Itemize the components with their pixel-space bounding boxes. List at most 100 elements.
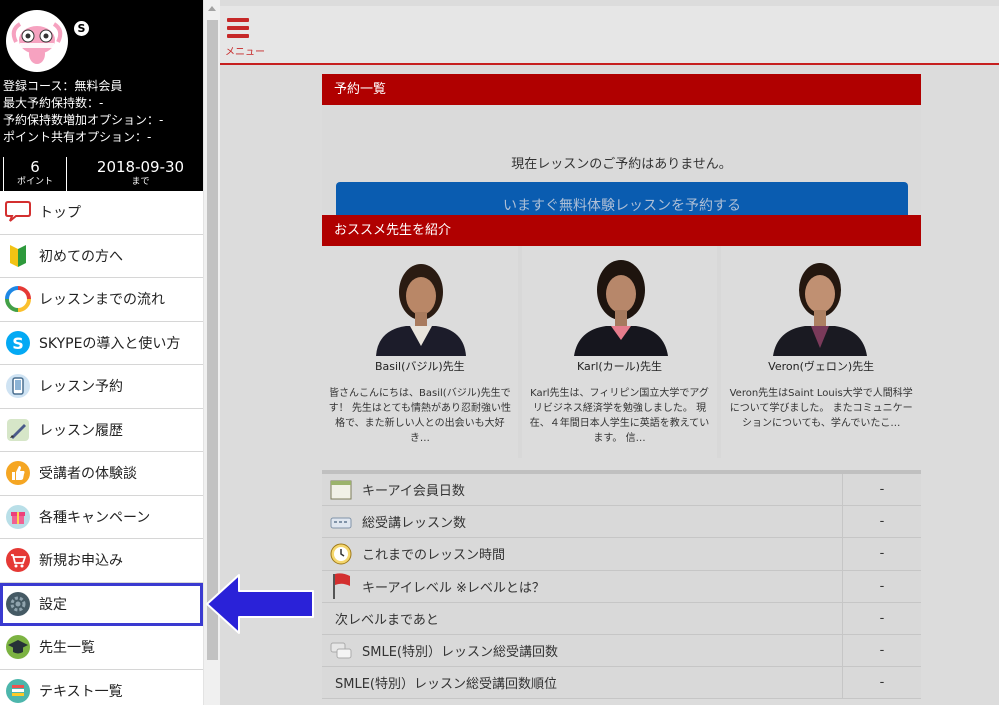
profile-info: 登録コース：無料会員 最大予約保持数：- 予約保持数増加オプション：- ポイント… (3, 78, 163, 146)
sidebar-item-label: 各種キャンペーン (39, 509, 151, 526)
sidebar-item-top[interactable]: トップ (0, 191, 203, 235)
sidebar-item-skype[interactable]: S SKYPEの導入と使い方 (0, 321, 203, 365)
teacher-photo[interactable] (765, 250, 876, 356)
teacher-description: Veron先生はSaint Louis大学で人間科学について学びました。 またコ… (729, 388, 913, 429)
table-row: SMLE(特別）レッスン総受講回数 - (322, 634, 921, 668)
teacher-description: Karl先生は、フィリピン国立大学でアグリビジネス経済学を勉強しました。 現在、… (529, 388, 710, 444)
teacher-card[interactable]: Veron(ヴェロン)先生 Veron先生はSaint Louis大学で人間科学… (721, 246, 921, 458)
expiry-stat: 2018-09-30 まで (78, 157, 203, 191)
stat-value: - (879, 546, 885, 562)
stat-label: SMLE(特別）レッスン総受講回数順位 (335, 677, 557, 693)
sidebar-item-settings[interactable]: 設定 (0, 582, 203, 626)
graduation-cap-icon (4, 633, 32, 661)
stat-value: - (879, 643, 885, 659)
sidebar-item-label: レッスンまでの流れ (39, 292, 165, 309)
main-content: メニュー 予約一覧 現在レッスンのご予約はありません。 いますぐ無料体験レッスン… (220, 0, 999, 705)
sidebar-item-signup[interactable]: 新規お申込み (0, 539, 203, 583)
stat-label: これまでのレッスン時間 (362, 548, 506, 564)
teacher-photo[interactable] (366, 250, 476, 356)
profile-stats: 6 ポイント 2018-09-30 まで (0, 155, 203, 191)
sidebar-item-label: テキスト一覧 (39, 683, 123, 700)
pointer-arrow-icon (206, 574, 314, 634)
cycle-arrows-icon (4, 285, 32, 313)
sidebar-item-campaigns[interactable]: 各種キャンペーン (0, 495, 203, 539)
clock-icon (330, 543, 352, 565)
stat-value: - (879, 578, 885, 594)
gear-icon (4, 590, 32, 618)
books-icon (4, 677, 32, 705)
teacher-name[interactable]: Veron(ヴェロン)先生 (721, 358, 921, 374)
phone-icon (4, 372, 32, 400)
skype-badge: S (74, 21, 89, 36)
recommend-title: おススメ先生を紹介 (322, 215, 921, 246)
reservation-title: 予約一覧 (322, 74, 921, 105)
expiry-unit: まで (131, 177, 150, 187)
sidebar: S 登録コース：無料会員 最大予約保持数：- 予約保持数増加オプション：- ポイ… (0, 0, 203, 705)
course-text: 登録コース：無料会員 (3, 79, 123, 93)
sidebar-item-label: トップ (39, 205, 81, 222)
scroll-thumb[interactable] (207, 20, 218, 660)
point-share-option-text: ポイント共有オプション：- (3, 130, 152, 144)
gift-icon (4, 503, 32, 531)
sidebar-item-label: レッスン履歴 (39, 422, 123, 439)
sidebar-item-teachers[interactable]: 先生一覧 (0, 626, 203, 670)
stat-value: - (879, 610, 885, 626)
points-unit: ポイント (16, 177, 53, 187)
table-row: キーアイ会員日数 - (322, 474, 921, 507)
stat-label: 総受講レッスン数 (362, 516, 467, 532)
teacher-card[interactable]: Karl(カール)先生 Karl先生は、フィリピン国立大学でアグリビジネス経済学… (521, 246, 718, 458)
stat-value: - (879, 675, 885, 691)
cart-icon (4, 546, 32, 574)
table-row: これまでのレッスン時間 - (322, 538, 921, 571)
sidebar-item-label: 設定 (39, 596, 67, 613)
sidebar-item-label: 初めての方へ (39, 248, 123, 265)
hamburger-icon[interactable] (227, 18, 249, 42)
teacher-cards: Basil(バジル)先生 皆さんこんにちは、Basil(バジル)先生です！ 先生… (322, 246, 921, 458)
speech-bubble-icon (4, 198, 32, 226)
no-reservation-message: 現在レッスンのご予約はありません。 (511, 157, 732, 172)
sidebar-item-label: 先生一覧 (39, 640, 95, 657)
teacher-card[interactable]: Basil(バジル)先生 皆さんこんにちは、Basil(バジル)先生です！ 先生… (322, 246, 518, 458)
max-reservations-text: 最大予約保持数：- (3, 96, 104, 110)
recommend-panel: おススメ先生を紹介 Basil(バジル)先生 皆さんこんにちは、Basil(バジ… (322, 215, 921, 458)
teacher-photo[interactable] (565, 250, 676, 356)
sidebar-item-label: レッスン予約 (39, 379, 123, 396)
sidebar-item-history[interactable]: レッスン履歴 (0, 408, 203, 452)
expiry-date: 2018-09-30 (96, 158, 185, 176)
teacher-description: 皆さんこんにちは、Basil(バジル)先生です！ 先生はとても情熱があり忍耐強い… (328, 388, 512, 444)
points-stat: 6 ポイント (3, 157, 67, 191)
table-row[interactable]: キーアイレベル ※レベルとは？ - (322, 570, 921, 603)
table-row: 次レベルまであと - (322, 602, 921, 635)
svg-text:S: S (12, 334, 24, 353)
sidebar-item-textbooks[interactable]: テキスト一覧 (0, 669, 203, 705)
red-flag-icon (330, 573, 352, 600)
stats-table: キーアイ会員日数 - 総受講レッスン数 - これまでのレッスン時間 - キーアイ… (322, 470, 921, 700)
keyboard-icon (330, 511, 352, 533)
beginner-mark-icon (4, 242, 32, 270)
pencil-chart-icon (4, 416, 32, 444)
reservation-option-text: 予約保持数増加オプション：- (3, 113, 164, 127)
sidebar-item-beginners[interactable]: 初めての方へ (0, 234, 203, 278)
top-bar: メニュー (220, 6, 999, 65)
stat-label: キーアイ会員日数 (362, 484, 465, 500)
table-row: SMLE(特別）レッスン総受講回数順位 - (322, 667, 921, 700)
stat-label: 次レベルまであと (335, 612, 439, 628)
teacher-name[interactable]: Basil(バジル)先生 (322, 358, 518, 374)
sidebar-item-flow[interactable]: レッスンまでの流れ (0, 278, 203, 322)
stat-label[interactable]: キーアイレベル ※レベルとは？ (362, 577, 545, 596)
chat-bubbles-icon (330, 640, 352, 662)
avatar (6, 10, 68, 72)
menu-label[interactable]: メニュー (225, 43, 265, 58)
sidebar-item-reserve[interactable]: レッスン予約 (0, 365, 203, 409)
sidebar-item-label: 新規お申込み (39, 553, 123, 570)
teacher-name[interactable]: Karl(カール)先生 (522, 358, 718, 374)
scroll-up-arrow[interactable] (208, 6, 216, 11)
sidebar-item-label: SKYPEの導入と使い方 (39, 335, 181, 352)
stat-value: - (879, 482, 885, 498)
table-row: 総受講レッスン数 - (322, 506, 921, 539)
thumbs-up-icon (4, 459, 32, 487)
stat-label: SMLE(特別）レッスン総受講回数 (362, 645, 558, 661)
sidebar-item-testimonials[interactable]: 受講者の体験談 (0, 452, 203, 496)
sidebar-menu: トップ 初めての方へ レッスンまでの流れ S SKYPEの導入と使い方 レッスン… (0, 191, 203, 705)
skype-icon: S (4, 329, 32, 357)
